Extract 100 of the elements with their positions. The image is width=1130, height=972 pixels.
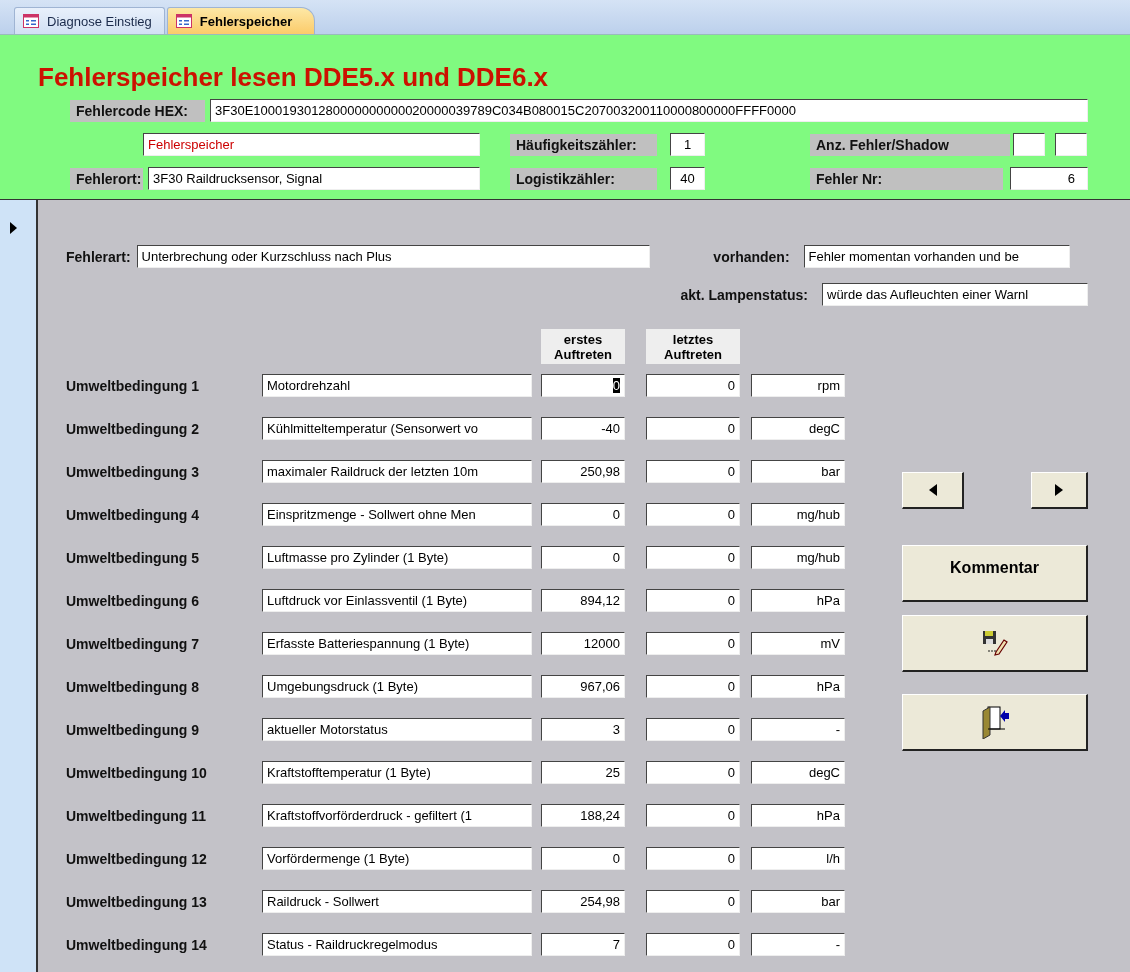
form-icon: [23, 14, 39, 28]
last-value-field[interactable]: 0: [646, 761, 740, 784]
unit-field[interactable]: bar: [751, 890, 845, 913]
first-value-field[interactable]: 12000: [541, 632, 625, 655]
first-value-field[interactable]: 894,12: [541, 589, 625, 612]
first-value-field[interactable]: 0: [541, 546, 625, 569]
description-field[interactable]: Kraftstofftemperatur (1 Byte): [262, 761, 532, 784]
first-value-field[interactable]: 0: [541, 503, 625, 526]
right-triangle-icon: [1055, 484, 1063, 496]
row-label: Umweltbedingung 1: [66, 377, 200, 394]
row-label: Umweltbedingung 2: [66, 420, 200, 437]
last-value-field[interactable]: 0: [646, 933, 740, 956]
shadow-field[interactable]: [1055, 133, 1087, 156]
error-number-field[interactable]: 6: [1010, 167, 1088, 190]
logistics-field[interactable]: 40: [670, 167, 705, 190]
first-value-field[interactable]: 250,98: [541, 460, 625, 483]
first-value-field[interactable]: 7: [541, 933, 625, 956]
description-field[interactable]: Einspritzmenge - Sollwert ohne Men: [262, 503, 532, 526]
description-field[interactable]: Kraftstoffvorförderdruck - gefiltert (1: [262, 804, 532, 827]
description-field[interactable]: Erfasste Batteriespannung (1 Byte): [262, 632, 532, 655]
field-label: Fehlerort:: [70, 167, 143, 190]
last-value-field[interactable]: 0: [646, 632, 740, 655]
first-value-field[interactable]: -40: [541, 417, 625, 440]
field-label: akt. Lampenstatus:: [679, 286, 808, 303]
tab[interactable]: Fehlerspeicher: [166, 7, 316, 34]
unit-field[interactable]: l/h: [751, 847, 845, 870]
unit-field[interactable]: mg/hub: [751, 503, 845, 526]
first-value-field[interactable]: 188,24: [541, 804, 625, 827]
description-field[interactable]: Luftmasse pro Zylinder (1 Byte): [262, 546, 532, 569]
unit-field[interactable]: rpm: [751, 374, 845, 397]
first-value-field[interactable]: 0: [541, 847, 625, 870]
first-value-field[interactable]: 0: [541, 374, 625, 397]
row-label: Umweltbedingung 10: [66, 764, 208, 781]
unit-field[interactable]: mg/hub: [751, 546, 845, 569]
first-value-field[interactable]: 3: [541, 718, 625, 741]
row-label: Umweltbedingung 5: [66, 549, 200, 566]
field-label: Fehlercode HEX:: [70, 99, 205, 122]
form-title: Fehlerspeicher lesen DDE5.x und DDE6.x: [38, 63, 550, 91]
tab[interactable]: Diagnose Einstieg: [14, 7, 165, 34]
description-field[interactable]: Status - Raildruckregelmodus: [262, 933, 532, 956]
floppy-pencil-icon: [981, 630, 1008, 656]
location-field[interactable]: 3F30 Raildrucksensor, Signal: [148, 167, 480, 190]
unit-field[interactable]: hPa: [751, 675, 845, 698]
field-label: Häufigkeitszähler:: [510, 133, 657, 156]
comment-button[interactable]: Kommentar: [902, 545, 1088, 602]
row-label: Umweltbedingung 4: [66, 506, 200, 523]
unit-field[interactable]: degC: [751, 761, 845, 784]
description-field[interactable]: maximaler Raildruck der letzten 10m: [262, 460, 532, 483]
row-label: Umweltbedingung 9: [66, 721, 200, 738]
last-value-field[interactable]: 0: [646, 503, 740, 526]
field-label: Fehlerart:: [66, 248, 131, 265]
description-field[interactable]: Luftdruck vor Einlassventil (1 Byte): [262, 589, 532, 612]
last-value-field[interactable]: 0: [646, 718, 740, 741]
last-value-field[interactable]: 0: [646, 890, 740, 913]
description-field[interactable]: Kühlmitteltemperatur (Sensorwert vo: [262, 417, 532, 440]
field-label: vorhanden:: [712, 248, 790, 265]
unit-field[interactable]: hPa: [751, 589, 845, 612]
description-field[interactable]: Umgebungsdruck (1 Byte): [262, 675, 532, 698]
unit-field[interactable]: hPa: [751, 804, 845, 827]
field-label: Anz. Fehler/Shadow: [810, 133, 1010, 156]
unit-field[interactable]: -: [751, 718, 845, 741]
field-label: Logistikzähler:: [510, 167, 657, 190]
first-value-field[interactable]: 254,98: [541, 890, 625, 913]
last-value-field[interactable]: 0: [646, 804, 740, 827]
present-field[interactable]: Fehler momentan vorhanden und be: [803, 245, 1070, 268]
previous-button[interactable]: [902, 472, 964, 509]
row-label: Umweltbedingung 7: [66, 635, 200, 652]
frequency-field[interactable]: 1: [670, 133, 705, 156]
row-label: Umweltbedingung 14: [66, 936, 208, 953]
save-button[interactable]: [902, 615, 1088, 672]
hex-code-field[interactable]: 3F30E100019301280000000000020000039789C034B080015C207003200110000800000FFFF0000: [210, 99, 1088, 122]
unit-field[interactable]: degC: [751, 417, 845, 440]
exit-button[interactable]: [902, 694, 1088, 751]
unit-field[interactable]: -: [751, 933, 845, 956]
description-field[interactable]: Vorfördermenge (1 Byte): [262, 847, 532, 870]
first-value-field[interactable]: 25: [541, 761, 625, 784]
last-value-field[interactable]: 0: [646, 460, 740, 483]
lamp-status-field[interactable]: würde das Aufleuchten einer Warnl: [822, 283, 1088, 306]
unit-field[interactable]: mV: [751, 632, 845, 655]
fault-type-field[interactable]: Unterbrechung oder Kurzschluss nach Plus: [136, 245, 650, 268]
unit-field[interactable]: bar: [751, 460, 845, 483]
last-value-field[interactable]: 0: [646, 374, 740, 397]
row-label: Umweltbedingung 8: [66, 678, 200, 695]
next-button[interactable]: [1031, 472, 1088, 509]
count-field[interactable]: [1013, 133, 1045, 156]
row-label: Umweltbedingung 12: [66, 850, 208, 867]
last-value-field[interactable]: 0: [646, 546, 740, 569]
memory-field[interactable]: Fehlerspeicher: [143, 133, 480, 156]
last-value-field[interactable]: 0: [646, 589, 740, 612]
first-value-field[interactable]: 967,06: [541, 675, 625, 698]
door-arrow-icon: [980, 705, 1009, 739]
column-header: letztes Auftreten: [646, 329, 740, 364]
last-value-field[interactable]: 0: [646, 417, 740, 440]
description-field[interactable]: aktueller Motorstatus: [262, 718, 532, 741]
description-field[interactable]: Raildruck - Sollwert: [262, 890, 532, 913]
row-label: Umweltbedingung 13: [66, 893, 208, 910]
description-field[interactable]: Motordrehzahl: [262, 374, 532, 397]
row-label: Umweltbedingung 11: [66, 807, 207, 824]
last-value-field[interactable]: 0: [646, 675, 740, 698]
last-value-field[interactable]: 0: [646, 847, 740, 870]
